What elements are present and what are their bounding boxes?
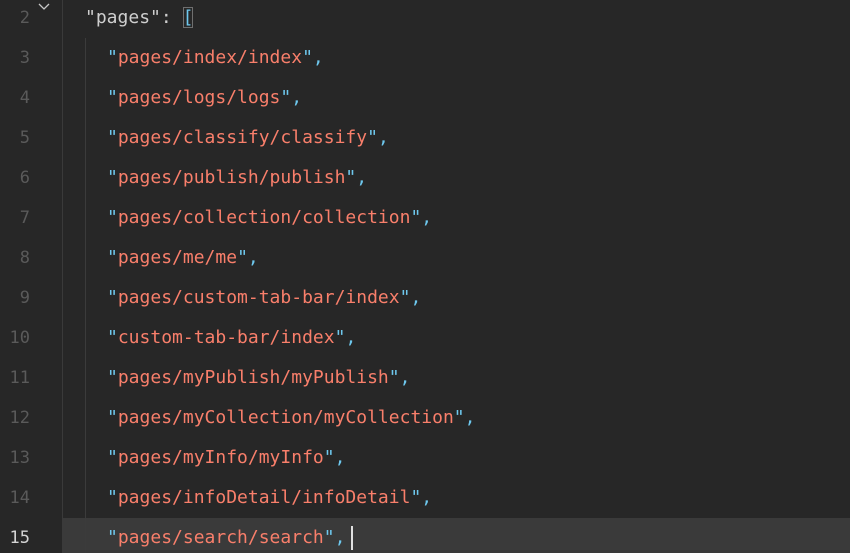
code-line-content[interactable]: "pages/index/index", — [63, 38, 850, 78]
code-line[interactable]: 9 "pages/custom-tab-bar/index", — [0, 278, 850, 318]
code-line-content[interactable]: "pages": [ — [63, 0, 850, 38]
indent-guide — [85, 198, 86, 238]
code-editor[interactable]: 2 "pages": [ 3 "pages/index/index", 4 "page… — [0, 0, 850, 553]
indent-guide — [85, 238, 86, 278]
code-line[interactable]: 2 "pages": [ — [0, 0, 850, 38]
indent-guide — [85, 78, 86, 118]
string-value: pages/collection/collection — [117, 207, 411, 228]
code-text: "pages/myPublish/myPublish", — [107, 367, 411, 388]
code-line[interactable]: 3 "pages/index/index", — [0, 38, 850, 78]
string-value: pages/myPublish/myPublish — [117, 367, 389, 388]
string-value: pages/logs/logs — [117, 87, 281, 108]
string-value: pages/classify/classify — [117, 127, 368, 148]
code-line-content[interactable]: "pages/infoDetail/infoDetail", — [63, 478, 850, 518]
string-value: pages/myCollection/myCollection — [117, 407, 454, 428]
code-line[interactable]: 8 "pages/me/me", — [0, 238, 850, 278]
indent-guide — [85, 438, 86, 478]
code-line[interactable]: 14 "pages/infoDetail/infoDetail", — [0, 478, 850, 518]
code-line-content[interactable]: "pages/myCollection/myCollection", — [63, 398, 850, 438]
string-value: custom-tab-bar/index — [117, 327, 335, 348]
indent-guide — [85, 358, 86, 398]
code-text: "pages/logs/logs", — [107, 87, 303, 108]
code-line[interactable]: 13 "pages/myInfo/myInfo", — [0, 438, 850, 478]
code-text: "pages/myInfo/myInfo", — [107, 447, 346, 468]
line-number: 15 — [9, 528, 30, 548]
string-value: pages/myInfo/myInfo — [117, 447, 324, 468]
json-key: pages — [95, 7, 151, 28]
chevron-down-icon[interactable] — [38, 0, 50, 12]
line-number: 13 — [9, 448, 30, 468]
code-text: "pages/publish/publish", — [107, 167, 368, 188]
code-text: "pages/me/me", — [107, 247, 259, 268]
indent-guide — [85, 478, 86, 518]
indent-guide — [85, 318, 86, 358]
open-bracket: [ — [182, 7, 194, 28]
code-line[interactable]: 11 "pages/myPublish/myPublish", — [0, 358, 850, 398]
code-line[interactable]: 12 "pages/myCollection/myCollection", — [0, 398, 850, 438]
indent-guide — [85, 278, 86, 318]
code-line-content[interactable]: "pages/publish/publish", — [63, 158, 850, 198]
code-line-content[interactable]: "pages/myInfo/myInfo", — [63, 438, 850, 478]
key-separator: : — [160, 7, 183, 28]
string-value: pages/custom-tab-bar/index — [117, 287, 400, 308]
code-text: "pages": [ — [85, 7, 194, 28]
code-text: "pages/index/index", — [107, 47, 324, 68]
line-number: 11 — [9, 368, 30, 388]
code-line-content[interactable]: "custom-tab-bar/index", — [63, 318, 850, 358]
code-text: "pages/classify/classify", — [107, 127, 389, 148]
code-line[interactable]: 7 "pages/collection/collection", — [0, 198, 850, 238]
code-line[interactable]: 10 "custom-tab-bar/index", — [0, 318, 850, 358]
indent-guide — [85, 398, 86, 438]
code-line-content[interactable]: "pages/me/me", — [63, 238, 850, 278]
code-line[interactable]: 15 "pages/search/search", — [0, 518, 850, 553]
code-text: "pages/myCollection/myCollection", — [107, 407, 476, 428]
string-value: pages/me/me — [117, 247, 238, 268]
indent-guide — [85, 518, 86, 553]
text-cursor — [351, 526, 354, 550]
line-number: 12 — [9, 408, 30, 428]
code-line-content[interactable]: "pages/logs/logs", — [63, 78, 850, 118]
code-line-content[interactable]: "pages/custom-tab-bar/index", — [63, 278, 850, 318]
line-number: 8 — [19, 248, 30, 268]
string-value: pages/index/index — [117, 47, 303, 68]
code-text: "pages/custom-tab-bar/index", — [107, 287, 422, 308]
indent-guide — [85, 158, 86, 198]
line-number: 14 — [9, 488, 30, 508]
code-line[interactable]: 5 "pages/classify/classify", — [0, 118, 850, 158]
line-number: 9 — [19, 288, 30, 308]
code-text: "pages/search/search", — [107, 518, 354, 553]
line-number: 3 — [19, 48, 30, 68]
code-line-content[interactable]: "pages/myPublish/myPublish", — [63, 358, 850, 398]
line-number: 10 — [9, 328, 30, 348]
line-number: 2 — [19, 8, 30, 28]
indent-guide — [85, 38, 86, 78]
string-value: pages/publish/publish — [117, 167, 346, 188]
line-number: 7 — [19, 208, 30, 228]
string-value: pages/search/search — [117, 527, 324, 548]
code-line[interactable]: 6 "pages/publish/publish", — [0, 158, 850, 198]
line-number: 6 — [19, 168, 30, 188]
code-text: "pages/collection/collection", — [107, 207, 433, 228]
string-value: pages/infoDetail/infoDetail — [117, 487, 411, 508]
code-line-content[interactable]: "pages/classify/classify", — [63, 118, 850, 158]
code-text: "pages/infoDetail/infoDetail", — [107, 487, 433, 508]
code-line[interactable]: 4 "pages/logs/logs", — [0, 78, 850, 118]
line-number: 5 — [19, 128, 30, 148]
indent-guide — [85, 118, 86, 158]
line-number: 4 — [19, 88, 30, 108]
code-line-content[interactable]: "pages/collection/collection", — [63, 198, 850, 238]
code-text: "custom-tab-bar/index", — [107, 327, 357, 348]
code-line-content[interactable]: "pages/search/search", — [63, 518, 850, 553]
